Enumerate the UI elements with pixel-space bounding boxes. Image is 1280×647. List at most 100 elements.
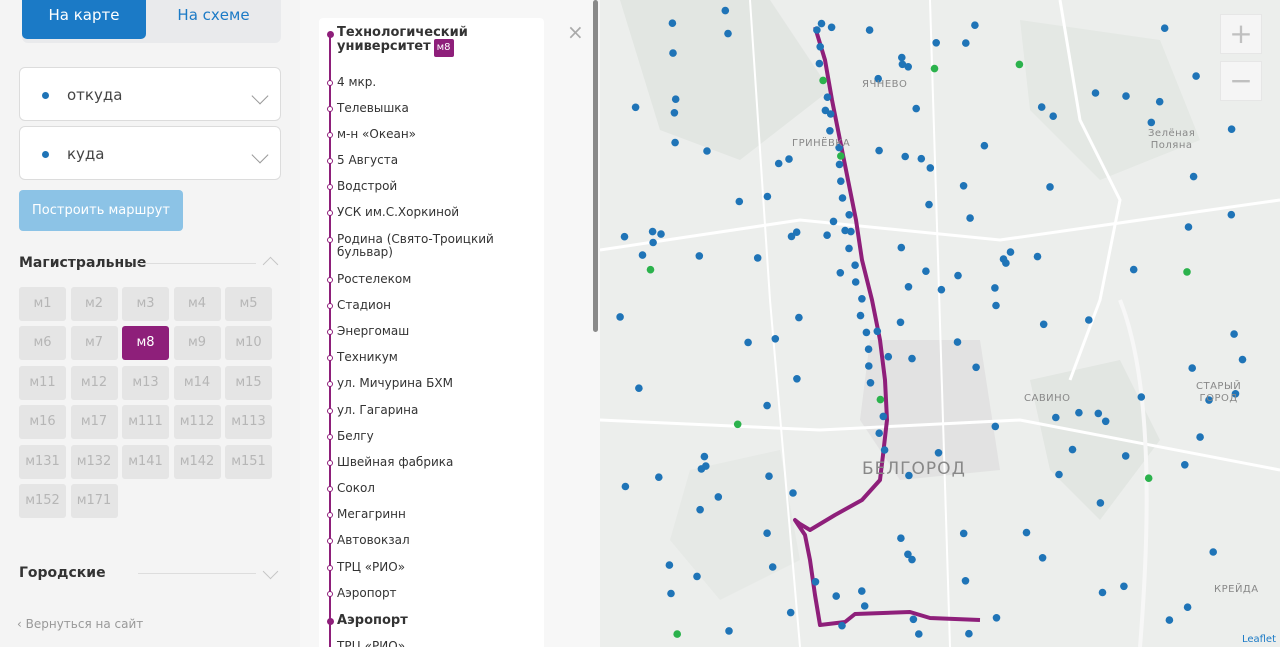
bus-stop-marker[interactable]: [912, 104, 920, 113]
bus-stop-marker[interactable]: [991, 422, 1000, 431]
bus-stop-marker[interactable]: [819, 76, 827, 85]
chevron-down-icon[interactable]: [262, 563, 279, 580]
stop-item[interactable]: Телевышка: [337, 102, 537, 115]
bus-stop-marker[interactable]: [1192, 72, 1200, 80]
bus-stop-marker[interactable]: [1183, 268, 1191, 276]
stop-item[interactable]: Ростелеком: [337, 273, 537, 286]
bus-stop-marker[interactable]: [875, 146, 883, 155]
bus-stop-marker[interactable]: [896, 318, 905, 327]
bus-stop-marker[interactable]: [1137, 393, 1146, 401]
route-button-м3[interactable]: м3: [122, 287, 169, 321]
stop-item[interactable]: ТРЦ «РИО»: [337, 561, 537, 574]
bus-stop-marker[interactable]: [792, 228, 801, 236]
route-button-м14[interactable]: м14: [173, 365, 221, 400]
bus-stop-marker[interactable]: [703, 147, 711, 155]
section-title-main[interactable]: Магистральные: [19, 255, 146, 271]
bus-stop-marker[interactable]: [774, 159, 783, 168]
bus-stop-marker[interactable]: [638, 251, 647, 259]
bus-stop-marker[interactable]: [620, 232, 629, 241]
bus-stop-marker[interactable]: [925, 200, 933, 209]
bus-stop-marker[interactable]: [763, 529, 771, 537]
bus-stop-marker[interactable]: [898, 60, 907, 69]
bus-stop-marker[interactable]: [1160, 24, 1169, 32]
bus-stop-marker[interactable]: [795, 313, 803, 322]
bus-stop-marker[interactable]: [670, 109, 679, 117]
bus-stop-marker[interactable]: [724, 29, 732, 38]
bus-stop-marker[interactable]: [700, 452, 709, 461]
bus-stop-marker[interactable]: [972, 363, 980, 372]
bus-stop-marker[interactable]: [837, 152, 845, 160]
bus-stop-marker[interactable]: [1147, 118, 1156, 127]
route-button-м17[interactable]: м17: [70, 405, 118, 440]
stop-item[interactable]: Энергомаш: [337, 325, 537, 338]
bus-stop-marker[interactable]: [826, 127, 834, 135]
bus-stop-marker[interactable]: [763, 401, 771, 410]
bus-stop-marker[interactable]: [897, 243, 906, 252]
bus-stop-marker[interactable]: [733, 420, 742, 429]
stop-item[interactable]: Белгу: [337, 430, 537, 443]
bus-stop-marker[interactable]: [962, 39, 970, 47]
bus-stop-marker[interactable]: [971, 21, 979, 30]
bus-stop-marker[interactable]: [841, 226, 849, 235]
bus-stop-marker[interactable]: [926, 164, 935, 172]
bus-stop-marker[interactable]: [858, 295, 866, 303]
bus-stop-marker[interactable]: [1052, 413, 1060, 422]
bus-stop-marker[interactable]: [763, 192, 772, 201]
bus-stop-marker[interactable]: [1068, 445, 1077, 454]
bus-stop-marker[interactable]: [1037, 103, 1046, 111]
from-field[interactable]: откуда: [19, 67, 281, 121]
bus-stop-marker[interactable]: [1039, 320, 1048, 329]
stop-item[interactable]: Швейная фабрика: [337, 456, 537, 469]
bus-stop-marker[interactable]: [765, 472, 773, 481]
bus-stop-marker[interactable]: [873, 327, 882, 336]
bus-stop-marker[interactable]: [646, 265, 655, 274]
bus-stop-marker[interactable]: [649, 238, 657, 247]
scrollbar[interactable]: [593, 0, 598, 332]
tab-on-scheme[interactable]: На схеме: [146, 0, 281, 39]
bus-stop-marker[interactable]: [673, 630, 681, 638]
stop-item[interactable]: ул. Гагарина: [337, 404, 537, 417]
bus-stop-marker[interactable]: [768, 563, 777, 571]
bus-stop-marker[interactable]: [908, 354, 916, 363]
route-button-м4[interactable]: м4: [173, 287, 221, 321]
bus-stop-marker[interactable]: [1189, 172, 1198, 181]
stop-item[interactable]: Техникум: [337, 351, 537, 364]
route-button-м15[interactable]: м15: [225, 365, 272, 400]
bus-stop-marker[interactable]: [621, 482, 630, 491]
bus-stop-marker[interactable]: [1098, 588, 1107, 597]
bus-stop-marker[interactable]: [915, 630, 923, 638]
map-view[interactable]: + − ЯЧНЕВО ГРИНЁВКА Зелёная Поляна САВИН…: [600, 0, 1280, 647]
bus-stop-marker[interactable]: [1075, 408, 1083, 417]
bus-stop-marker[interactable]: [932, 39, 940, 47]
route-button-м10[interactable]: м10: [225, 326, 272, 361]
bus-stop-marker[interactable]: [836, 269, 845, 277]
bus-stop-marker[interactable]: [959, 529, 968, 538]
chevron-down-icon[interactable]: [251, 87, 269, 105]
stop-item[interactable]: ТРЦ «РИО»: [337, 640, 537, 647]
stop-item[interactable]: Мегагринн: [337, 508, 537, 521]
route-button-м141[interactable]: м141: [122, 444, 169, 479]
route-button-м1[interactable]: м1: [19, 287, 66, 321]
bus-stop-marker[interactable]: [811, 578, 820, 586]
bus-stop-marker[interactable]: [991, 284, 999, 292]
bus-stop-marker[interactable]: [671, 138, 679, 147]
route-button-м8[interactable]: м8: [122, 326, 169, 361]
bus-stop-marker[interactable]: [954, 271, 962, 280]
route-button-м113[interactable]: м113: [225, 405, 272, 440]
bus-stop-marker[interactable]: [813, 26, 821, 34]
bus-stop-marker[interactable]: [865, 362, 873, 370]
bus-stop-marker[interactable]: [668, 19, 677, 28]
bus-stop-marker[interactable]: [980, 141, 989, 150]
bus-stop-marker[interactable]: [1038, 554, 1047, 562]
bus-stop-marker[interactable]: [829, 217, 838, 226]
stop-item[interactable]: 4 мкр.: [337, 76, 537, 89]
bus-stop-marker[interactable]: [616, 313, 624, 321]
bus-stop-marker[interactable]: [904, 283, 913, 291]
bus-stop-marker[interactable]: [667, 589, 675, 598]
bus-stop-marker[interactable]: [823, 93, 832, 101]
bus-stop-marker[interactable]: [785, 155, 793, 163]
bus-stop-marker[interactable]: [880, 446, 889, 454]
bus-stop-marker[interactable]: [965, 629, 973, 638]
bus-stop-marker[interactable]: [1122, 92, 1130, 100]
bus-stop-marker[interactable]: [838, 194, 847, 202]
